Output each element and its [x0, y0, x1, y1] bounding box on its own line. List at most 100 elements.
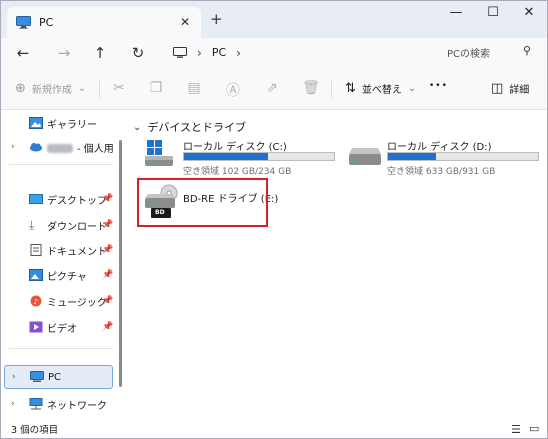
maximize-button[interactable]: ☐ [481, 5, 505, 20]
usage-bar [387, 152, 539, 161]
sidebar-divider [9, 348, 113, 349]
drive-name: ローカル ディスク (C:) [183, 142, 287, 153]
details-pane-icon: ◫ [491, 81, 504, 96]
chevron-down-icon: ⌄ [407, 83, 417, 94]
sidebar-item-desktop[interactable]: デスクトップ 📌 [1, 187, 121, 211]
address-separator-2[interactable]: › [236, 46, 241, 60]
sidebar-item-network[interactable]: › ネットワーク [1, 392, 121, 416]
close-window-button[interactable]: ✕ [517, 5, 541, 20]
group-header[interactable]: ⌄ デバイスとドライブ [133, 119, 246, 135]
sidebar-item-label: デスクトップ [47, 195, 107, 207]
rename-icon[interactable]: Ⓐ [223, 80, 243, 100]
sidebar-item-label: ダウンロード [47, 221, 107, 233]
highlight-box [137, 178, 268, 227]
content-pane: ⌄ デバイスとドライブ ローカル ディスク (C:) 空き領域 102 GB/2… [125, 110, 547, 420]
sidebar-item-downloads[interactable]: ⤓ ダウンロード 📌 [1, 213, 121, 237]
address-bar[interactable]: › PC › [164, 40, 430, 65]
desktop-icon [29, 194, 43, 204]
download-icon: ⤓ [29, 218, 35, 232]
video-icon [29, 321, 43, 333]
item-count: 3 個の項目 [11, 425, 59, 436]
sidebar-item-videos[interactable]: ビデオ 📌 [1, 315, 121, 339]
paste-icon[interactable]: ▤ [184, 80, 204, 96]
pc-icon [30, 371, 44, 382]
sidebar-item-label: - 個人用 [47, 140, 114, 155]
pin-icon[interactable]: 📌 [102, 245, 113, 255]
sidebar-item-documents[interactable]: ドキュメント 📌 [1, 238, 121, 262]
sort-label: 並べ替え [361, 85, 402, 96]
sidebar-item-label: ドキュメント [47, 246, 107, 258]
plus-circle-icon: ⊕ [15, 81, 26, 96]
music-icon: ♪ [30, 295, 42, 307]
more-options-button[interactable]: ••• [429, 81, 448, 91]
drive-d[interactable]: ローカル ディスク (D:) 空き領域 633 GB/931 GB [349, 138, 548, 177]
cut-icon[interactable]: ✂ [109, 80, 129, 96]
cloud-icon [30, 143, 42, 152]
search-icon: ⚲ [522, 44, 531, 57]
explorer-window: PC ✕ + — ☐ ✕ ← → ↑ ↻ › PC › PCの検索 ⚲ ⊕ 新規… [0, 0, 548, 439]
delete-icon[interactable]: 🗑 [301, 80, 321, 96]
group-title: デバイスとドライブ [147, 121, 247, 134]
command-bar: ⊕ 新規作成 ⌄ ✂ ❐ ▤ Ⓐ ⇗ 🗑 ⇅ 並べ替え ⌄ ••• ◫ 詳細 [1, 69, 547, 110]
sidebar-item-pictures[interactable]: ピクチャ 📌 [1, 263, 121, 287]
up-button[interactable]: ↑ [90, 44, 110, 62]
sidebar-item-label: ビデオ [47, 323, 77, 335]
navigation-bar: ← → ↑ ↻ › PC › PCの検索 ⚲ [1, 38, 547, 69]
forward-button[interactable]: → [54, 44, 74, 62]
chevron-down-icon: ⌄ [77, 83, 87, 94]
tab-close-icon[interactable]: ✕ [180, 15, 190, 29]
network-icon [29, 398, 43, 410]
sidebar-divider [9, 164, 113, 165]
toolbar-divider-2 [331, 81, 332, 99]
search-input[interactable]: PCの検索 ⚲ [437, 40, 541, 65]
details-label: 詳細 [509, 85, 530, 96]
pc-icon [16, 16, 31, 29]
status-bar: 3 個の項目 ☰ ▭ [1, 420, 547, 438]
pin-icon[interactable]: 📌 [102, 194, 113, 204]
usage-fill [388, 153, 436, 160]
sidebar-scrollbar[interactable] [119, 140, 122, 387]
windows-drive-icon [145, 140, 173, 166]
back-button[interactable]: ← [13, 44, 33, 62]
svg-text:♪: ♪ [34, 298, 38, 306]
share-icon[interactable]: ⇗ [262, 80, 282, 96]
chevron-right-icon[interactable]: › [11, 142, 15, 152]
sidebar-item-pc[interactable]: › PC [4, 365, 113, 389]
sidebar-item-music[interactable]: ♪ ミュージック 📌 [1, 289, 121, 313]
drive-c[interactable]: ローカル ディスク (C:) 空き領域 102 GB/234 GB [145, 138, 345, 177]
sidebar-item-label: ギャラリー [47, 119, 97, 131]
address-separator[interactable]: › [197, 46, 202, 60]
tab-bar: PC ✕ + — ☐ ✕ [1, 1, 547, 38]
new-button[interactable]: ⊕ 新規作成 ⌄ [15, 81, 86, 96]
details-view-icon[interactable]: ☰ [511, 423, 521, 436]
new-tab-button[interactable]: + [210, 10, 223, 28]
sort-button[interactable]: ⇅ 並べ替え ⌄ [345, 81, 416, 96]
refresh-button[interactable]: ↻ [128, 44, 148, 62]
pin-icon[interactable]: 📌 [102, 270, 113, 280]
sidebar-item-label: ミュージック [47, 297, 107, 309]
copy-icon[interactable]: ❐ [146, 80, 166, 96]
chevron-right-icon[interactable]: › [12, 372, 16, 382]
sidebar-item-onedrive[interactable]: › - 個人用 [1, 135, 121, 159]
details-button[interactable]: ◫ 詳細 [491, 81, 529, 96]
pin-icon[interactable]: 📌 [102, 220, 113, 230]
usage-bar [183, 152, 335, 161]
chevron-right-icon[interactable]: › [11, 399, 15, 409]
search-placeholder: PCの検索 [447, 49, 491, 60]
sidebar-item-gallery[interactable]: ギャラリー [1, 111, 121, 135]
gallery-icon [29, 117, 43, 129]
chevron-down-icon[interactable]: ⌄ [133, 122, 141, 133]
pin-icon[interactable]: 📌 [102, 322, 113, 332]
drive-name: ローカル ディスク (D:) [387, 142, 492, 153]
computer-icon [173, 46, 187, 58]
breadcrumb-pc[interactable]: PC [212, 46, 226, 59]
tab-pc[interactable]: PC ✕ [7, 7, 201, 38]
drive-free-space: 空き領域 102 GB/234 GB [183, 167, 292, 177]
pin-icon[interactable]: 📌 [102, 296, 113, 306]
drive-free-space: 空き領域 633 GB/931 GB [387, 167, 496, 177]
navigation-pane: ギャラリー › - 個人用 デスクトップ 📌 ⤓ ダウンロード 📌 ドキュメント… [1, 110, 121, 420]
large-icons-view-icon[interactable]: ▭ [529, 422, 539, 435]
sidebar-item-label: ネットワーク [47, 400, 107, 412]
minimize-button[interactable]: — [444, 5, 468, 20]
document-icon [30, 244, 42, 256]
